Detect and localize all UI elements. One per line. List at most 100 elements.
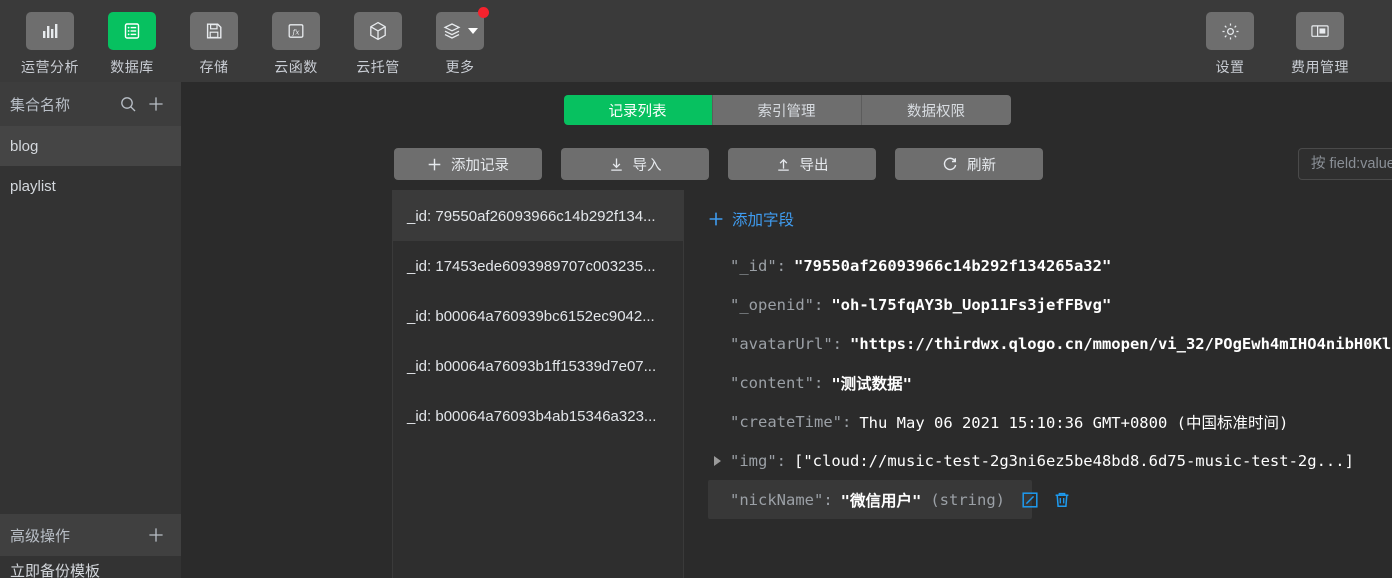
button-label: 导出 [799, 157, 829, 174]
toolbar-left-group: 运营分析 数据库 存储 fx 云函数 云托管 更多 [20, 7, 490, 77]
bar-chart-icon-tile [26, 12, 74, 50]
tabs-row: 记录列表 索引管理 数据权限 [182, 82, 1392, 138]
bar-chart-icon [43, 24, 58, 38]
button-label: 刷新 [967, 157, 996, 174]
json-value: "测试数据" [831, 374, 913, 393]
toolbar-item-label: 设置 [1215, 59, 1245, 75]
sidebar-item-label: blog [10, 137, 39, 155]
sidebar-footer: 高级操作 立即备份模板 [0, 514, 181, 578]
content-area: _id: 79550af26093966c14b292f134... _id: … [182, 190, 1392, 578]
toolbar-item-cloud-hosting[interactable]: 云托管 [348, 12, 408, 77]
add-collection-plus-icon[interactable] [145, 93, 167, 115]
tab-record-list[interactable]: 记录列表 [563, 95, 713, 125]
toolbar-right-group: 设置 费用管理 [1200, 12, 1372, 77]
refresh-icon [943, 157, 957, 171]
toolbar-item-label: 云函数 [274, 59, 318, 75]
top-toolbar: 运营分析 数据库 存储 fx 云函数 云托管 更多 设置 费用管理 [0, 0, 1392, 82]
app-root: 运营分析 数据库 存储 fx 云函数 云托管 更多 设置 费用管理 集合名称 b… [0, 0, 1392, 578]
advanced-add-plus-icon[interactable] [145, 524, 167, 546]
json-colon: : [776, 256, 787, 275]
json-row-createtime[interactable]: "createTime" : Thu May 06 2021 15:10:36 … [708, 402, 1392, 441]
record-detail-panel: 添加字段 "_id" : "79550af26093966c14b292f134… [684, 190, 1392, 578]
export-button[interactable]: 导出 [728, 148, 876, 180]
toolbar-item-storage[interactable]: 存储 [184, 12, 244, 77]
fx-function-icon-tile: fx [272, 12, 320, 50]
json-key: "content" [730, 373, 814, 392]
json-value: "79550af26093966c14b292f134265a32" [794, 256, 1112, 275]
database-icon-tile [108, 12, 156, 50]
expand-triangle-icon[interactable] [714, 455, 721, 466]
tab-data-permission[interactable]: 数据权限 [861, 95, 1011, 125]
advanced-operations-button[interactable]: 高级操作 [0, 514, 181, 556]
add-field-label: 添加字段 [732, 212, 795, 229]
button-label: 添加记录 [451, 157, 509, 174]
record-list-item[interactable]: _id: b00064a760939bc6152ec9042... [393, 291, 683, 341]
json-key: "_id" [730, 256, 777, 275]
json-value: ["cloud://music-test-2g3ni6ez5be48bd8.6d… [794, 451, 1354, 470]
json-colon: : [832, 334, 842, 353]
record-id-label: _id: 79550af26093966c14b292f134... [407, 207, 656, 225]
toolbar-item-settings[interactable]: 设置 [1200, 12, 1260, 77]
toolbar-item-more[interactable]: 更多 [430, 7, 490, 77]
toolbar-item-analytics[interactable]: 运营分析 [20, 12, 80, 77]
tab-label: 索引管理 [757, 103, 816, 120]
download-arrow-icon [610, 158, 622, 171]
sidebar-header: 集合名称 [0, 82, 181, 126]
fx-function-icon: fx [288, 24, 304, 38]
record-list-item[interactable]: _id: 17453ede6093989707c003235... [393, 241, 683, 291]
svg-text:fx: fx [291, 27, 300, 36]
json-row-img[interactable]: "img" : ["cloud://music-test-2g3ni6ez5be… [708, 441, 1392, 480]
row-action-icons [1021, 491, 1071, 509]
json-key: "avatarUrl" [730, 334, 833, 353]
search-container [1298, 148, 1392, 180]
add-record-button[interactable]: 添加记录 [394, 148, 542, 180]
edit-pencil-icon[interactable] [1021, 491, 1039, 509]
billing-card-icon [1311, 25, 1329, 37]
search-icon[interactable] [117, 93, 139, 115]
search-input[interactable] [1298, 148, 1392, 180]
button-label: 导入 [632, 157, 662, 174]
sidebar-item-label: playlist [10, 177, 56, 195]
record-list-item[interactable]: _id: b00064a76093b4ab15346a323... [393, 391, 683, 441]
trash-icon[interactable] [1053, 491, 1071, 509]
record-list-item[interactable]: _id: 79550af26093966c14b292f134... [393, 191, 683, 241]
toolbar-item-label: 费用管理 [1291, 59, 1349, 75]
json-colon: : [776, 451, 787, 470]
toolbar-item-database[interactable]: 数据库 [102, 12, 162, 77]
add-field-button[interactable]: 添加字段 [708, 208, 794, 230]
tab-bar: 记录列表 索引管理 数据权限 [563, 95, 1011, 125]
toolbar-item-label: 更多 [445, 59, 475, 75]
toolbar-item-billing[interactable]: 费用管理 [1290, 12, 1350, 77]
json-key: "img" [730, 451, 777, 470]
record-list-item[interactable]: _id: b00064a76093b1ff15339d7e07... [393, 341, 683, 391]
toolbar-item-label: 数据库 [110, 59, 154, 75]
json-row-id[interactable]: "_id" : "79550af26093966c14b292f134265a3… [708, 246, 1392, 285]
refresh-button[interactable]: 刷新 [895, 148, 1043, 180]
database-icon [124, 23, 140, 39]
json-row-avatarurl[interactable]: "avatarUrl" : "https://thirdwx.qlogo.cn/… [708, 324, 1392, 363]
upload-arrow-icon [777, 158, 789, 171]
tab-index-management[interactable]: 索引管理 [712, 95, 862, 125]
json-row-openid[interactable]: "_openid" : "oh-l75fqAY3b_Uop11Fs3jefFBv… [708, 285, 1392, 324]
toolbar-item-cloud-function[interactable]: fx 云函数 [266, 12, 326, 77]
json-value: "oh-l75fqAY3b_Uop11Fs3jefFBvg" [831, 295, 1112, 314]
sidebar-item-playlist[interactable]: playlist [0, 166, 181, 206]
collection-sidebar: 集合名称 blog playlist 高级操作 立即备份模板 [0, 82, 182, 578]
json-colon: : [814, 373, 824, 392]
tab-label: 记录列表 [608, 103, 667, 120]
sidebar-cutoff-item[interactable]: 立即备份模板 [0, 556, 181, 578]
plus-icon [428, 158, 441, 170]
tab-label: 数据权限 [907, 103, 965, 120]
json-row-nickname[interactable]: "nickName" : "微信用户" (string) [708, 480, 1069, 519]
collection-list: blog playlist [0, 126, 181, 578]
json-row-content[interactable]: "content" : "测试数据" [708, 363, 1392, 402]
json-key: "_openid" [730, 295, 814, 314]
json-key: "createTime" [730, 412, 842, 431]
save-disk-icon-tile [190, 12, 238, 50]
json-value: Thu May 06 2021 15:10:36 GMT+0800 (中国标准时… [859, 413, 1289, 432]
save-disk-icon [206, 23, 222, 39]
record-id-label: _id: b00064a76093b4ab15346a323... [407, 407, 657, 425]
sidebar-item-blog[interactable]: blog [0, 126, 181, 166]
record-list[interactable]: _id: 79550af26093966c14b292f134... _id: … [392, 190, 684, 578]
import-button[interactable]: 导入 [561, 148, 709, 180]
